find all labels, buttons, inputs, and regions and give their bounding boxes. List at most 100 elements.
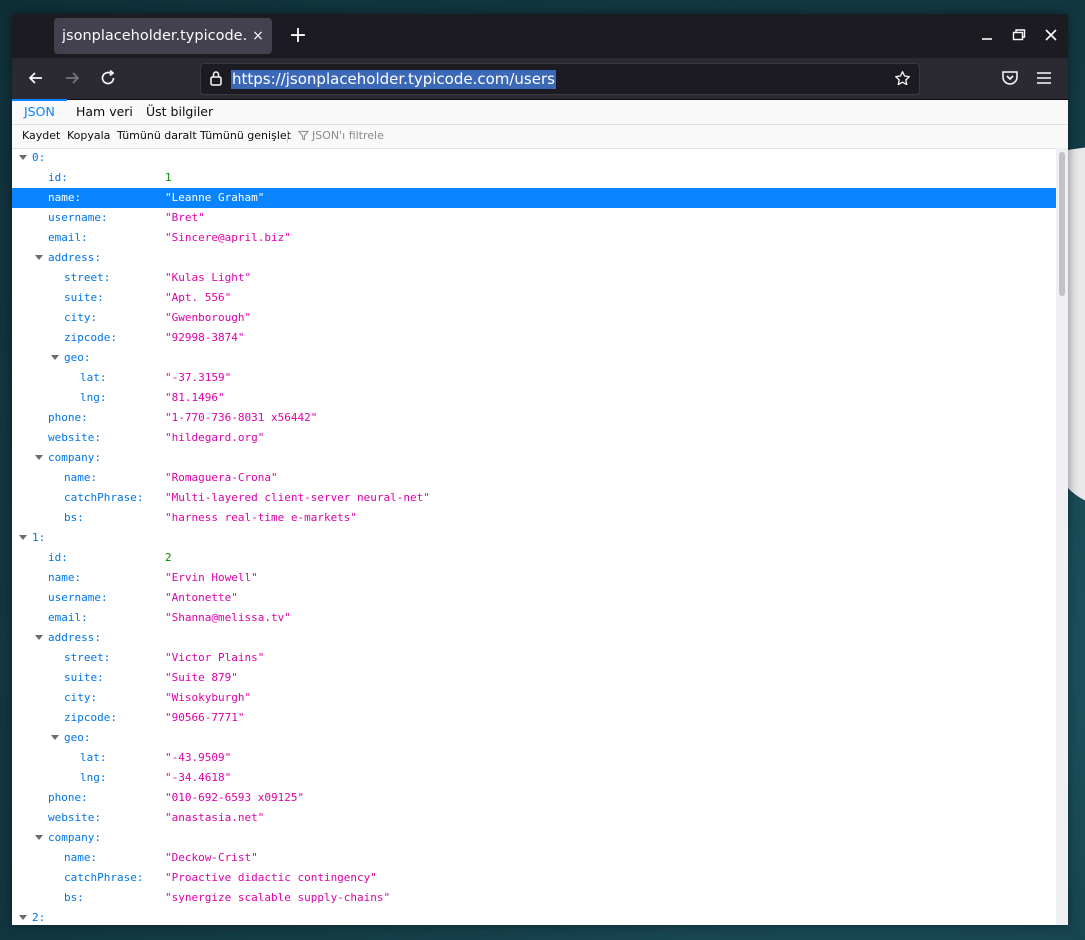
- json-property-row[interactable]: catchPhrase: "Proactive didactic continge…: [12, 868, 1056, 888]
- json-key: catchPhrase:: [64, 491, 144, 504]
- json-property-row[interactable]: suite: "Suite 879": [12, 668, 1056, 688]
- save-button[interactable]: Kaydet: [22, 129, 60, 142]
- tab-title: jsonplaceholder.typicode.com: [62, 28, 248, 44]
- expand-toggle-icon[interactable]: [35, 255, 43, 260]
- minimize-icon[interactable]: [980, 28, 994, 42]
- json-key: website:: [48, 811, 101, 824]
- json-key: suite:: [64, 291, 104, 304]
- close-tab-icon[interactable]: ×: [248, 28, 268, 44]
- json-property-row[interactable]: street: "Victor Plains": [12, 648, 1056, 668]
- json-value: "-43.9509": [165, 751, 232, 764]
- new-tab-button[interactable]: +: [286, 22, 310, 50]
- json-key: geo:: [64, 351, 91, 364]
- json-property-row[interactable]: username: "Antonette": [12, 588, 1056, 608]
- json-property-row[interactable]: street: "Kulas Light": [12, 268, 1056, 288]
- json-object-row[interactable]: 1:: [12, 528, 1056, 548]
- json-property-row[interactable]: website: "hildegard.org": [12, 428, 1056, 448]
- json-value: 1: [165, 171, 172, 184]
- json-value: "anastasia.net": [165, 811, 265, 824]
- restore-icon[interactable]: [1012, 28, 1026, 42]
- json-property-row[interactable]: city: "Gwenborough": [12, 308, 1056, 328]
- json-key: 0:: [32, 151, 46, 164]
- json-object-row[interactable]: company:: [12, 828, 1056, 848]
- filter-icon: [298, 130, 309, 141]
- json-object-row[interactable]: 2:: [12, 908, 1056, 925]
- json-property-row[interactable]: zipcode: "92998-3874": [12, 328, 1056, 348]
- menu-icon[interactable]: [1034, 68, 1054, 88]
- json-property-row[interactable]: name: "Deckow-Crist": [12, 848, 1056, 868]
- json-value: "90566-7771": [165, 711, 245, 724]
- json-object-row[interactable]: geo:: [12, 728, 1056, 748]
- json-object-row[interactable]: geo:: [12, 348, 1056, 368]
- json-object-row[interactable]: company:: [12, 448, 1056, 468]
- forward-icon[interactable]: [62, 68, 82, 88]
- json-value: "Proactive didactic contingency": [165, 871, 377, 884]
- json-property-row[interactable]: name: "Leanne Graham": [12, 188, 1056, 208]
- json-value: "Shanna@melissa.tv": [165, 611, 291, 624]
- json-property-row[interactable]: city: "Wisokyburgh": [12, 688, 1056, 708]
- expand-toggle-icon[interactable]: [19, 535, 27, 540]
- json-property-row[interactable]: phone: "010-692-6593 x09125": [12, 788, 1056, 808]
- json-property-row[interactable]: catchPhrase: "Multi-layered client-server…: [12, 488, 1056, 508]
- json-property-row[interactable]: lat: "-43.9509": [12, 748, 1056, 768]
- expand-toggle-icon[interactable]: [35, 635, 43, 640]
- json-key: name:: [64, 471, 98, 484]
- json-property-row[interactable]: lat: "-37.3159": [12, 368, 1056, 388]
- json-value: "hildegard.org": [165, 431, 265, 444]
- json-key: company:: [48, 831, 101, 844]
- browser-window: jsonplaceholder.typicode.com × + https:/…: [12, 14, 1068, 925]
- json-object-row[interactable]: address:: [12, 248, 1056, 268]
- expand-toggle-icon[interactable]: [51, 355, 59, 360]
- json-key: geo:: [64, 731, 91, 744]
- json-object-row[interactable]: 0:: [12, 148, 1056, 168]
- json-value: "1-770-736-8031 x56442": [165, 411, 318, 424]
- expand-toggle-icon[interactable]: [19, 155, 27, 160]
- json-property-row[interactable]: bs: "harness real-time e-markets": [12, 508, 1056, 528]
- json-property-row[interactable]: lng: "-34.4618": [12, 768, 1056, 788]
- json-key: name:: [64, 851, 98, 864]
- expand-toggle-icon[interactable]: [35, 835, 43, 840]
- json-property-row[interactable]: lng: "81.1496": [12, 388, 1056, 408]
- json-property-row[interactable]: email: "Sincere@april.biz": [12, 228, 1056, 248]
- json-value: "81.1496": [165, 391, 225, 404]
- copy-button[interactable]: Kopyala: [67, 129, 110, 142]
- browser-tab[interactable]: jsonplaceholder.typicode.com ×: [54, 18, 272, 54]
- reload-icon[interactable]: [98, 68, 118, 88]
- json-key: street:: [64, 271, 111, 284]
- close-window-icon[interactable]: [1044, 28, 1058, 42]
- back-icon[interactable]: [26, 68, 46, 88]
- json-value: "Deckow-Crist": [165, 851, 258, 864]
- tab-json[interactable]: JSON: [12, 99, 67, 123]
- json-filter-field[interactable]: JSON'ı filtrele: [298, 129, 384, 142]
- collapse-all-button[interactable]: Tümünü daralt: [117, 129, 197, 142]
- json-key: name:: [48, 191, 82, 204]
- json-key: bs:: [64, 511, 84, 524]
- expand-all-button[interactable]: Tümünü genişlet: [200, 129, 291, 142]
- json-property-row[interactable]: website: "anastasia.net": [12, 808, 1056, 828]
- json-property-row[interactable]: id: 2: [12, 548, 1056, 568]
- json-property-row[interactable]: zipcode: "90566-7771": [12, 708, 1056, 728]
- vertical-scrollbar[interactable]: [1056, 148, 1068, 925]
- pocket-icon[interactable]: [1000, 68, 1020, 88]
- lock-icon[interactable]: [209, 70, 223, 86]
- expand-toggle-icon[interactable]: [35, 455, 43, 460]
- tab-headers[interactable]: Üst bilgiler: [146, 100, 213, 123]
- json-key: email:: [48, 231, 88, 244]
- url-text[interactable]: https://jsonplaceholder.typicode.com/use…: [231, 70, 556, 89]
- tab-raw-data[interactable]: Ham veri: [76, 100, 133, 123]
- json-property-row[interactable]: phone: "1-770-736-8031 x56442": [12, 408, 1056, 428]
- json-property-row[interactable]: username: "Bret": [12, 208, 1056, 228]
- json-property-row[interactable]: bs: "synergize scalable supply-chains": [12, 888, 1056, 908]
- json-object-row[interactable]: address:: [12, 628, 1056, 648]
- json-property-row[interactable]: name: "Ervin Howell": [12, 568, 1056, 588]
- expand-toggle-icon[interactable]: [19, 915, 27, 920]
- json-property-row[interactable]: id: 1: [12, 168, 1056, 188]
- scrollbar-thumb[interactable]: [1059, 152, 1065, 296]
- json-property-row[interactable]: name: "Romaguera-Crona": [12, 468, 1056, 488]
- bookmark-star-icon[interactable]: [894, 70, 911, 87]
- json-property-row[interactable]: email: "Shanna@melissa.tv": [12, 608, 1056, 628]
- expand-toggle-icon[interactable]: [51, 735, 59, 740]
- json-property-row[interactable]: suite: "Apt. 556": [12, 288, 1056, 308]
- address-bar[interactable]: https://jsonplaceholder.typicode.com/use…: [200, 63, 920, 95]
- json-value: "010-692-6593 x09125": [165, 791, 305, 804]
